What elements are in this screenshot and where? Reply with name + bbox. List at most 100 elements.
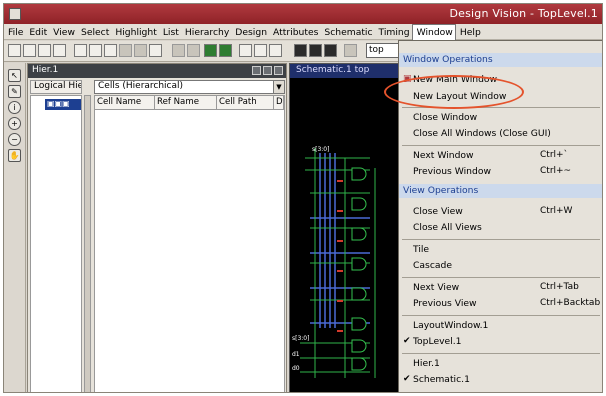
schematic-input-label: d1 bbox=[292, 351, 300, 358]
menu-item-shortcut: Ctrl+~ bbox=[540, 166, 572, 176]
menu-item-next-view[interactable]: Next View Ctrl+Tab bbox=[413, 282, 601, 296]
tree-scrollbar[interactable] bbox=[84, 95, 91, 392]
menu-file[interactable]: File bbox=[4, 25, 25, 41]
cells-dropdown[interactable]: Cells (Hierarchical) ▼ bbox=[94, 80, 285, 94]
menu-item-shortcut: Ctrl+W bbox=[540, 206, 573, 216]
design-combo[interactable]: top bbox=[366, 43, 400, 58]
symbol-view-icon[interactable] bbox=[204, 44, 217, 57]
left-toolbar: ↖ ✎ i + − ✋ bbox=[4, 63, 26, 392]
menu-item-shortcut: Ctrl+` bbox=[540, 150, 569, 160]
chevron-down-icon[interactable]: ▼ bbox=[273, 81, 284, 93]
window-title: Design Vision - TopLevel.1 bbox=[449, 7, 598, 20]
menu-separator bbox=[402, 353, 600, 354]
menu-edit[interactable]: Edit bbox=[25, 25, 49, 41]
open-icon[interactable] bbox=[8, 44, 21, 57]
menu-help[interactable]: Help bbox=[456, 25, 483, 41]
menu-list[interactable]: List bbox=[159, 25, 181, 41]
title-bar: Design Vision - TopLevel.1 bbox=[4, 4, 602, 24]
menu-design[interactable]: Design bbox=[231, 25, 269, 41]
section-window-operations: Window Operations bbox=[399, 53, 602, 67]
hier-panel: Hier.1 Logical Hie ▣▣▣ Cells (Hierarchic… bbox=[27, 63, 287, 392]
menu-item-label: Cascade bbox=[413, 260, 452, 271]
menu-item-label: Close Window bbox=[413, 112, 478, 123]
menu-separator bbox=[402, 277, 600, 278]
menu-select[interactable]: Select bbox=[77, 25, 111, 41]
menu-item-shortcut: Ctrl+Tab bbox=[540, 282, 579, 292]
print-icon[interactable] bbox=[38, 44, 51, 57]
zoom-prev-icon[interactable] bbox=[119, 44, 132, 57]
menu-schematic[interactable]: Schematic bbox=[320, 25, 374, 41]
column-header-ref-name[interactable]: Ref Name bbox=[155, 96, 217, 110]
save-icon[interactable] bbox=[23, 44, 36, 57]
histogram-icon[interactable] bbox=[324, 44, 337, 57]
menu-item-next-window[interactable]: Next Window Ctrl+` bbox=[413, 150, 601, 164]
menu-item-label: Close All Views bbox=[413, 222, 482, 233]
tree-item-top[interactable]: ▣▣▣ bbox=[45, 99, 81, 110]
schematic-input-label: d0 bbox=[292, 365, 300, 372]
maximize-icon[interactable] bbox=[263, 66, 272, 75]
select-arrow-icon[interactable]: ↖ bbox=[8, 69, 21, 82]
column-header-d[interactable]: D bbox=[274, 96, 284, 110]
path-view-icon[interactable] bbox=[269, 44, 282, 57]
close-icon[interactable] bbox=[274, 66, 283, 75]
menu-item-close-all-windows[interactable]: Close All Windows (Close GUI) bbox=[413, 128, 601, 142]
schematic-net-label: s[3:0] bbox=[312, 146, 329, 153]
menu-item-label: Close All Windows (Close GUI) bbox=[413, 128, 551, 139]
hier-view-icon[interactable] bbox=[239, 44, 252, 57]
menu-timing[interactable]: Timing bbox=[375, 25, 412, 41]
hier-panel-title: Hier.1 bbox=[32, 65, 59, 75]
menu-highlight[interactable]: Highlight bbox=[111, 25, 158, 41]
menu-item-previous-view[interactable]: Previous View Ctrl+Backtab bbox=[413, 298, 601, 312]
menu-attributes[interactable]: Attributes bbox=[269, 25, 320, 41]
menu-item-cascade[interactable]: Cascade bbox=[413, 260, 601, 274]
column-header-cell-path[interactable]: Cell Path bbox=[217, 96, 274, 110]
schematic-canvas[interactable]: s[3:0] s[3:0] d1 d0 bbox=[290, 78, 402, 393]
menu-item-close-view[interactable]: Close View Ctrl+W bbox=[413, 206, 601, 220]
zoom-out-tool-icon[interactable]: − bbox=[8, 133, 21, 146]
menu-item-label: Tile bbox=[413, 244, 430, 255]
menu-item-close-all-views[interactable]: Close All Views bbox=[413, 222, 601, 236]
back-icon[interactable] bbox=[172, 44, 185, 57]
zoom-fit-icon[interactable] bbox=[74, 44, 87, 57]
zoom-next-icon[interactable] bbox=[134, 44, 147, 57]
menu-item-label: Next View bbox=[413, 282, 460, 293]
schematic-view-icon[interactable] bbox=[219, 44, 232, 57]
pan-hand-icon[interactable]: ✋ bbox=[8, 149, 21, 162]
menu-item-tile[interactable]: Tile bbox=[413, 244, 601, 258]
menu-item-schematic-1[interactable]: ✔ Schematic.1 bbox=[403, 374, 601, 388]
zoom-box-icon[interactable] bbox=[149, 44, 162, 57]
zoom-in-icon[interactable] bbox=[89, 44, 102, 57]
window-menu-icon[interactable] bbox=[9, 8, 21, 20]
cells-dropdown-value: Cells (Hierarchical) bbox=[98, 81, 184, 91]
menu-item-previous-window[interactable]: Previous Window Ctrl+~ bbox=[413, 166, 601, 180]
menu-item-label: Previous Window bbox=[413, 166, 491, 177]
app-window: Design Vision - TopLevel.1 File Edit View S… bbox=[3, 3, 603, 393]
pencil-icon[interactable]: ✎ bbox=[8, 85, 21, 98]
menu-window[interactable]: Window bbox=[411, 24, 456, 40]
logical-hierarchy-tab[interactable]: Logical Hie bbox=[30, 80, 82, 94]
menu-item-toplevel-1[interactable]: ✔ TopLevel.1 bbox=[403, 336, 601, 350]
design-view-icon[interactable] bbox=[254, 44, 267, 57]
menu-item-label: Next Window bbox=[413, 150, 474, 161]
disabled-tool-icon[interactable] bbox=[344, 44, 357, 57]
menu-item-close-window[interactable]: Close Window bbox=[413, 112, 601, 126]
new-icon[interactable] bbox=[53, 44, 66, 57]
menu-separator bbox=[402, 145, 600, 146]
hier-panel-title-bar: Hier.1 bbox=[28, 64, 286, 78]
menu-view[interactable]: View bbox=[49, 25, 77, 41]
menu-item-label: Hier.1 bbox=[413, 358, 440, 369]
menu-item-label: Previous View bbox=[413, 298, 477, 309]
column-header-cell-name[interactable]: Cell Name bbox=[95, 96, 155, 110]
minimize-icon[interactable] bbox=[252, 66, 261, 75]
layout-view-icon[interactable] bbox=[294, 44, 307, 57]
menu-item-layoutwindow-1[interactable]: LayoutWindow.1 bbox=[413, 320, 601, 334]
info-icon[interactable]: i bbox=[8, 101, 21, 114]
zoom-in-tool-icon[interactable]: + bbox=[8, 117, 21, 130]
menu-item-hier-1[interactable]: Hier.1 bbox=[413, 358, 601, 372]
forward-icon[interactable] bbox=[187, 44, 200, 57]
menu-hierarchy[interactable]: Hierarchy bbox=[181, 25, 231, 41]
timing-view-icon[interactable] bbox=[309, 44, 322, 57]
schematic-title: Schematic.1 top bbox=[290, 64, 402, 78]
zoom-out-icon[interactable] bbox=[104, 44, 117, 57]
check-icon: ✔ bbox=[403, 374, 411, 384]
